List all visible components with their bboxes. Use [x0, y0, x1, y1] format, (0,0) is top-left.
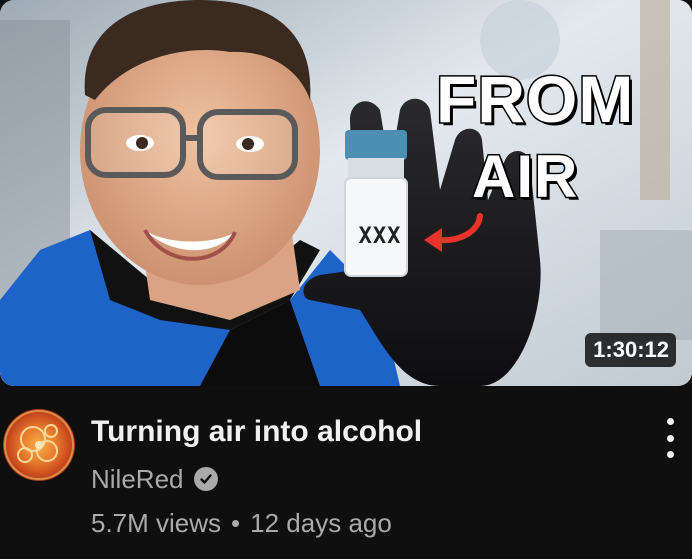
upload-age: 12 days ago — [250, 507, 392, 538]
channel-avatar[interactable] — [3, 409, 75, 481]
video-card[interactable]: FROM AIR XXX 1:30:12 Turning air into al… — [0, 0, 692, 559]
video-title[interactable]: Turning air into alcohol — [91, 414, 422, 450]
video-stats: 5.7M views • 12 days ago — [91, 506, 392, 540]
vial-label: XXX — [358, 224, 402, 249]
channel-name[interactable]: NileRed — [91, 462, 184, 496]
avatar-image — [4, 410, 74, 480]
duration-badge: 1:30:12 — [585, 333, 676, 367]
kebab-dot — [666, 451, 674, 458]
meta-separator: • — [231, 507, 241, 538]
video-thumbnail[interactable]: FROM AIR XXX 1:30:12 — [0, 0, 692, 386]
thumbnail-overlay-from: FROM — [434, 62, 635, 136]
kebab-menu-icon[interactable] — [658, 418, 682, 458]
view-count: 5.7M views — [91, 507, 222, 538]
channel-row: NileRed — [91, 462, 218, 496]
thumbnail-image — [0, 0, 692, 386]
kebab-dot — [666, 418, 674, 425]
thumbnail-overlay-air: AIR — [470, 142, 579, 211]
verified-check-icon — [193, 467, 218, 491]
kebab-dot — [666, 434, 674, 442]
